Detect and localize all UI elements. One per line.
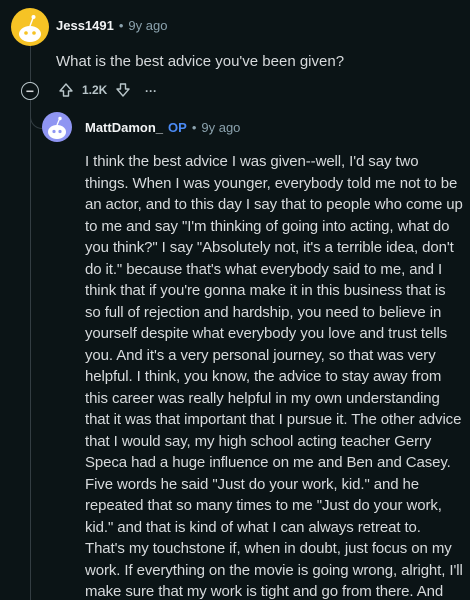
avatar-jess1491[interactable]	[11, 8, 49, 46]
snoo-avatar-icon	[19, 15, 41, 42]
upvote-arrow-icon	[59, 83, 73, 97]
comment-age[interactable]: 9y ago	[128, 18, 167, 33]
reply-age[interactable]: 9y ago	[201, 120, 240, 135]
upvote-button[interactable]	[58, 82, 74, 98]
collapse-icon: −	[25, 83, 35, 99]
vote-score: 1.2K	[82, 83, 108, 97]
downvote-arrow-icon	[116, 83, 131, 97]
collapse-thread-button[interactable]: −	[21, 82, 39, 100]
reply-body: I think the best advice I was given--wel…	[85, 153, 463, 600]
comment-author[interactable]: Jess1491	[56, 18, 114, 33]
avatar-mattdamon[interactable]	[42, 112, 72, 142]
snoo-avatar-icon	[48, 116, 66, 139]
meta-separator: •	[191, 120, 197, 135]
reply-author[interactable]: MattDamon_	[85, 120, 163, 135]
op-badge: OP	[168, 120, 187, 135]
more-options-button[interactable]: ···	[145, 84, 157, 98]
meta-separator: •	[118, 18, 124, 33]
thread-line-parent	[30, 44, 31, 82]
comment-body: What is the best advice you've been give…	[56, 53, 345, 70]
thread-line-reply-connector	[30, 98, 31, 600]
downvote-button[interactable]	[115, 82, 131, 98]
